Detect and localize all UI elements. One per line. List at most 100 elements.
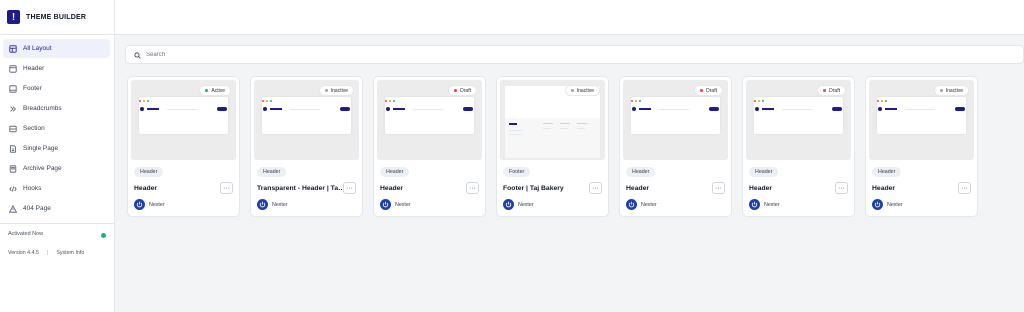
more-options-button[interactable]: ··· [220, 182, 233, 194]
layout-type-chip: Header [134, 167, 164, 177]
search-bar[interactable] [125, 45, 1024, 64]
status-dot [823, 89, 827, 92]
header-preview [877, 97, 966, 134]
code-icon [8, 184, 17, 193]
status-label: Draft [706, 87, 717, 94]
preview-logo [386, 107, 390, 111]
sidebar-item-single-page[interactable]: Single Page [3, 139, 110, 158]
preview-cta [217, 107, 227, 111]
window-dots [877, 100, 887, 103]
header-preview-nav [878, 107, 965, 111]
archive-icon [8, 164, 17, 173]
sidebar-nav: All Layout Header Footer Breadcrumbs Sec… [0, 35, 114, 218]
more-options-button[interactable]: ··· [466, 182, 479, 194]
preview-menu [413, 108, 443, 110]
single-page-icon [8, 144, 17, 153]
layout-grid-icon [8, 44, 17, 53]
header-preview-nav [386, 107, 473, 111]
sidebar-item-label: All Layout [23, 45, 52, 52]
footer-preview-column [577, 123, 587, 124]
preview-logo [263, 107, 267, 111]
preview-menu [167, 108, 197, 110]
preview-logo [755, 107, 759, 111]
footer-preview [505, 86, 600, 158]
sidebar-item-all-layout[interactable]: All Layout [3, 39, 110, 58]
power-icon [382, 201, 389, 208]
layout-title[interactable]: Header [626, 185, 649, 192]
layout-type-chip: Header [626, 167, 656, 177]
sidebar-item-404-page[interactable]: 404 Page [3, 199, 110, 218]
power-icon [136, 201, 143, 208]
sidebar-item-hooks[interactable]: Hooks [3, 179, 110, 198]
more-options-button[interactable]: ··· [343, 182, 356, 194]
layout-card[interactable]: Inactive Header Header ··· Nexter [865, 76, 978, 217]
system-info-link[interactable]: System Info [56, 250, 84, 256]
layout-title[interactable]: Footer | Taj Bakery [503, 185, 564, 192]
version-label: Version 4.4.5 [8, 250, 39, 256]
window-dots [385, 100, 395, 103]
layout-card[interactable]: Draft Header Header ··· Nexter [619, 76, 732, 217]
sidebar-item-label: Archive Page [23, 165, 62, 172]
author-avatar [626, 199, 637, 210]
layout-card[interactable]: Inactive Footer Footer | Taj Bakery ··· Next… [496, 76, 609, 217]
layout-title[interactable]: Header [872, 185, 895, 192]
sidebar-item-label: 404 Page [23, 205, 51, 212]
status-badge: Inactive [318, 85, 354, 96]
author-avatar [380, 199, 391, 210]
sidebar-item-section[interactable]: Section [3, 119, 110, 138]
layout-title[interactable]: Header [380, 185, 403, 192]
preview-cta [832, 107, 842, 111]
header-preview [754, 97, 843, 134]
author-name: Nexter [641, 202, 657, 208]
layout-card[interactable]: Inactive Header Transparent - Header | Taj… [250, 76, 363, 217]
status-badge: Active [199, 85, 231, 96]
header-preview-nav [140, 107, 227, 111]
author-avatar [257, 199, 268, 210]
window-dots [262, 100, 272, 103]
footer-preview-line [560, 128, 568, 129]
top-bar [115, 0, 1024, 35]
sidebar-item-archive-page[interactable]: Archive Page [3, 159, 110, 178]
footer-preview-line [509, 134, 521, 135]
footer-preview-line [543, 128, 551, 129]
more-options-button[interactable]: ··· [835, 182, 848, 194]
layout-card[interactable]: Draft Header Header ··· Nexter [742, 76, 855, 217]
author-name: Nexter [272, 202, 288, 208]
preview-cta [709, 107, 719, 111]
layout-type-chip: Header [257, 167, 287, 177]
more-options-button[interactable]: ··· [589, 182, 602, 194]
layout-card[interactable]: Active Header Header ··· Nexter [127, 76, 240, 217]
preview-menu [905, 108, 935, 110]
sidebar-item-label: Hooks [23, 185, 42, 192]
layout-title[interactable]: Header [134, 185, 157, 192]
footer-preview-logo [509, 123, 517, 125]
more-options-button[interactable]: ··· [958, 182, 971, 194]
preview-brand-bar [885, 108, 897, 110]
layout-type-chip: Header [872, 167, 902, 177]
footer-icon [8, 84, 17, 93]
warning-icon [8, 204, 17, 213]
layout-card[interactable]: Draft Header Header ··· Nexter [373, 76, 486, 217]
version-row: Version 4.4.5 | System Info [8, 250, 84, 256]
layout-title[interactable]: Transparent - Header | Taj ... [257, 185, 345, 192]
author-name: Nexter [149, 202, 165, 208]
power-icon [874, 201, 881, 208]
preview-brand-bar [762, 108, 774, 110]
sidebar-item-label: Breadcrumbs [23, 105, 62, 112]
status-badge: Inactive [564, 85, 600, 96]
window-dots [139, 100, 149, 103]
preview-cta [340, 107, 350, 111]
preview-brand-bar [147, 108, 159, 110]
status-dot [454, 89, 458, 92]
preview-brand-bar [270, 108, 282, 110]
layout-title[interactable]: Header [749, 185, 772, 192]
sidebar-item-footer[interactable]: Footer [3, 79, 110, 98]
power-icon [628, 201, 635, 208]
more-options-button[interactable]: ··· [712, 182, 725, 194]
search-input[interactable] [146, 51, 446, 58]
sidebar-item-breadcrumbs[interactable]: Breadcrumbs [3, 99, 110, 118]
preview-brand-bar [639, 108, 651, 110]
preview-menu [782, 108, 812, 110]
sidebar-item-header[interactable]: Header [3, 59, 110, 78]
activation-status-dot [101, 233, 106, 238]
